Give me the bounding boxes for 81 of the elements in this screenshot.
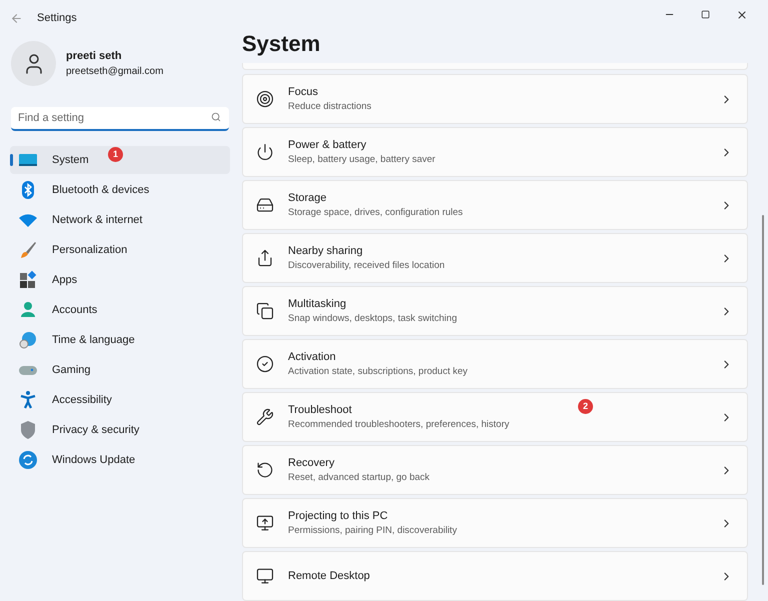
user-name: preeti seth (66, 48, 123, 64)
globe-clock-icon (18, 330, 38, 350)
row-title: Storage (288, 190, 327, 206)
row-title: Troubleshoot (288, 402, 352, 418)
update-icon (18, 450, 38, 470)
check-circle-icon (256, 355, 274, 373)
settings-row[interactable]: Power & battery Sleep, battery usage, battery saver (242, 127, 748, 177)
projector-icon (256, 514, 274, 532)
close-icon[interactable] (736, 8, 748, 21)
accessibility-icon (18, 390, 38, 410)
sidebar-item[interactable]: Network & internet (10, 206, 230, 234)
sidebar-item[interactable]: Privacy & security (10, 416, 230, 444)
row-subtitle: Recommended troubleshooters, preferences, history (288, 418, 510, 432)
scrollbar[interactable] (762, 215, 764, 585)
selection-indicator (10, 154, 13, 166)
row-subtitle: Reset, advanced startup, go back (288, 471, 430, 486)
user-email: preetseth@gmail.com (66, 65, 164, 80)
row-subtitle: Discoverability, received files location (288, 259, 445, 274)
page-title: System (242, 30, 322, 58)
sidebar-item[interactable]: Windows Update (10, 446, 230, 474)
row-title: Power & battery (288, 138, 366, 153)
row-title: Focus (288, 84, 318, 100)
maximize-icon[interactable] (701, 10, 710, 20)
settings-row[interactable]: Recovery Reset, advanced startup, go back (242, 445, 748, 495)
sidebar-item[interactable]: Personalization (10, 236, 230, 264)
row-title: Projecting to this PC (288, 508, 388, 524)
power-icon (256, 143, 274, 161)
settings-row[interactable]: Storage Storage space, drives, configuration rules (242, 180, 748, 230)
sidebar-label: Gaming (52, 362, 91, 378)
sidebar-label: Network & internet (52, 212, 142, 228)
settings-row[interactable]: Multitasking Snap windows, desktops, task switching (242, 286, 748, 336)
row-subtitle: Storage space, drives, configuration rules (288, 206, 463, 220)
storage-icon (256, 196, 274, 214)
settings-row[interactable]: Projecting to this PC Permissions, pairing PIN, discoverability (242, 498, 748, 548)
sidebar-label: Accessibility (52, 392, 112, 408)
remote-desktop-icon (256, 567, 274, 585)
row-subtitle: Activation state, subscriptions, product key (288, 365, 468, 380)
sidebar-label: Windows Update (52, 452, 136, 468)
sidebar-label: Apps (52, 272, 78, 288)
person-icon (18, 300, 38, 320)
window-title: Settings (37, 10, 77, 26)
settings-row[interactable]: Troubleshoot Recommended troubleshooters, preferences, history 2 (242, 392, 748, 442)
brush-icon (18, 240, 38, 260)
sidebar-item[interactable]: Accounts (10, 296, 230, 324)
sidebar-label: System (52, 152, 89, 168)
sidebar-item[interactable]: Accessibility (10, 386, 230, 414)
row-subtitle: Sleep, battery usage, battery saver (288, 153, 436, 168)
sidebar-label: Time & language (52, 332, 135, 348)
sidebar-item[interactable]: System 1 (10, 146, 230, 174)
sidebar-item[interactable]: Apps (10, 266, 230, 294)
windows-icon (256, 302, 274, 320)
row-subtitle: Snap windows, desktops, task switching (288, 312, 457, 326)
wrench-icon (256, 408, 274, 426)
settings-row[interactable]: Remote Desktop (242, 551, 748, 601)
sidebar-item[interactable]: Gaming (10, 356, 230, 384)
row-title: Recovery (288, 456, 334, 471)
focus-icon (256, 90, 274, 108)
row-title: Multitasking (288, 296, 346, 312)
row-subtitle: Permissions, pairing PIN, discoverability (288, 524, 457, 538)
apps-icon (18, 270, 38, 290)
number-badge: 2 (578, 399, 593, 414)
settings-row[interactable]: Activation Activation state, subscriptions, product key (242, 339, 748, 389)
back-icon[interactable] (10, 12, 23, 24)
row-title: Remote Desktop (288, 568, 370, 584)
sidebar-label: Bluetooth & devices (52, 182, 150, 198)
shield-icon (18, 420, 38, 440)
share-icon (256, 249, 274, 267)
search-icon[interactable] (211, 112, 221, 122)
row-subtitle: Reduce distractions (288, 100, 372, 114)
search-field[interactable]: Find a setting (11, 107, 229, 131)
recovery-icon (256, 461, 274, 479)
row-title: Nearby sharing (288, 244, 363, 259)
settings-row[interactable]: Focus Reduce distractions (242, 74, 748, 124)
sidebar-label: Accounts (52, 302, 98, 318)
row-title: Activation (288, 350, 336, 365)
number-badge: 1 (108, 147, 123, 162)
settings-row[interactable]: Nearby sharing Discoverability, received files location (242, 233, 748, 283)
sidebar-item[interactable]: Bluetooth & devices (10, 176, 230, 204)
sidebar-item[interactable]: Time & language (10, 326, 230, 354)
sidebar-label: Privacy & security (52, 422, 140, 438)
sidebar-label: Personalization (52, 242, 128, 258)
